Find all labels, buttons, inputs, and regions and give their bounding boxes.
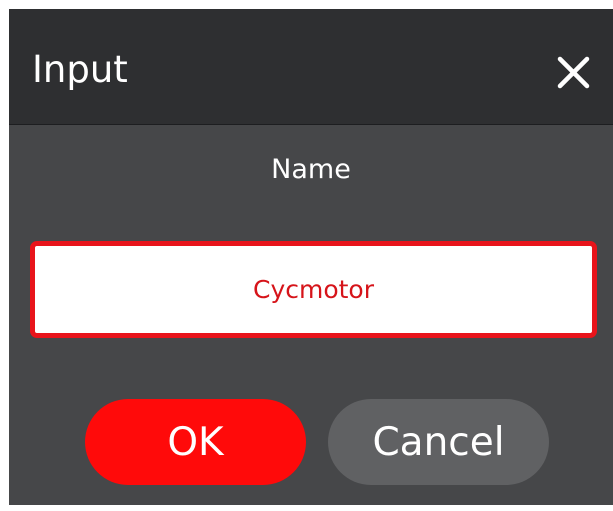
ok-button[interactable]: OK (85, 399, 306, 485)
close-button[interactable] (547, 51, 599, 97)
name-label: Name (271, 154, 351, 185)
dialog-title: Input (32, 48, 128, 91)
dialog-header: Input (9, 9, 613, 125)
cancel-button[interactable]: Cancel (328, 399, 549, 485)
input-dialog: Input Name OK Cancel (9, 9, 613, 505)
close-icon (557, 56, 590, 89)
top-strip (0, 0, 613, 9)
name-input[interactable] (30, 241, 597, 338)
